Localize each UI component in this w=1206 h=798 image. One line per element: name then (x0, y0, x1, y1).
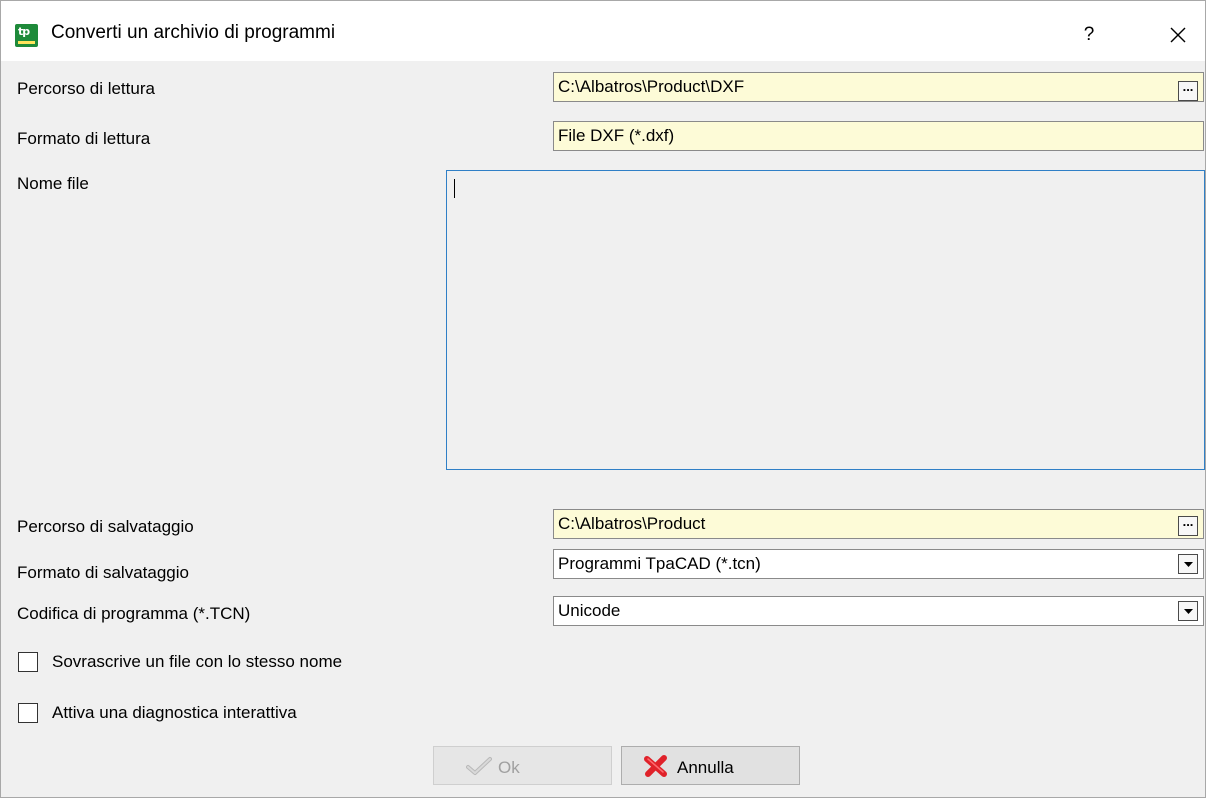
cancel-button[interactable]: Annulla (621, 746, 800, 785)
encoding-value: Unicode (558, 601, 621, 620)
chevron-down-icon (1184, 609, 1193, 614)
window-title: Converti un archivio di programmi (51, 22, 336, 43)
close-icon (1170, 27, 1186, 43)
save-format-select[interactable]: Programmi TpaCAD (*.tcn) (553, 549, 1204, 579)
save-format-value: Programmi TpaCAD (*.tcn) (558, 554, 761, 573)
text-caret (454, 179, 455, 198)
app-icon: tp (15, 24, 38, 47)
read-path-browse-button[interactable]: ... (1178, 80, 1198, 101)
help-button[interactable]: ? (1067, 15, 1111, 55)
save-path-browse-button[interactable]: ... (1178, 515, 1198, 536)
read-format-label: Formato di lettura (17, 129, 151, 148)
read-format-field[interactable]: File DXF (*.dxf) (553, 121, 1204, 151)
save-path-value: C:\Albatros\Product (558, 514, 706, 533)
save-path-field[interactable]: C:\Albatros\Product (553, 509, 1204, 539)
close-button[interactable] (1151, 15, 1203, 55)
encoding-select[interactable]: Unicode (553, 596, 1204, 626)
encoding-label: Codifica di programma (*.TCN) (17, 604, 251, 623)
ok-label: Ok (498, 758, 520, 777)
diagnostics-label[interactable]: Attiva una diagnostica interattiva (52, 703, 297, 723)
title-bar: tp Converti un archivio di programmi ? (1, 1, 1205, 61)
red-x-icon (644, 755, 667, 777)
read-path-field[interactable]: C:\Albatros\Product\DXF (553, 72, 1204, 102)
save-format-label: Formato di salvataggio (17, 563, 189, 582)
chevron-down-icon (1184, 562, 1193, 567)
file-name-textarea[interactable] (446, 170, 1205, 470)
save-format-dropdown-button[interactable] (1178, 554, 1198, 574)
read-format-value: File DXF (*.dxf) (558, 126, 675, 145)
convert-dialog: tp Converti un archivio di programmi ? P… (0, 0, 1206, 798)
cancel-label: Annulla (677, 758, 734, 777)
overwrite-label[interactable]: Sovrascrive un file con lo stesso nome (52, 652, 342, 672)
diagnostics-checkbox[interactable] (18, 703, 38, 723)
read-path-label: Percorso di lettura (17, 79, 155, 98)
check-icon (466, 757, 492, 775)
ok-button[interactable]: Ok (433, 746, 612, 785)
overwrite-checkbox[interactable] (18, 652, 38, 672)
read-path-value: C:\Albatros\Product\DXF (558, 77, 745, 96)
file-name-label: Nome file (17, 174, 89, 193)
encoding-dropdown-button[interactable] (1178, 601, 1198, 621)
save-path-label: Percorso di salvataggio (17, 517, 194, 536)
